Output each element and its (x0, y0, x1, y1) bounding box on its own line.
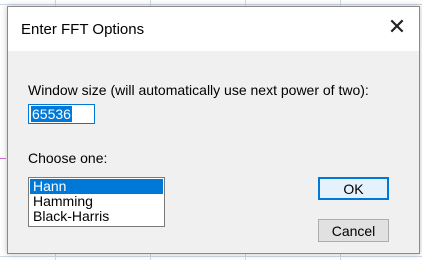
grid-line (0, 4, 422, 5)
window-type-listbox[interactable]: Hann Hamming Black-Harris (28, 177, 165, 227)
cancel-button[interactable]: Cancel (318, 219, 389, 242)
grid-line (0, 256, 422, 257)
window-size-label: Window size (will automatically use next… (28, 82, 369, 98)
window-size-value: 65536 (31, 106, 72, 122)
dialog-title: Enter FFT Options (21, 21, 145, 38)
list-item-hamming[interactable]: Hamming (30, 194, 163, 209)
close-icon[interactable]: ✕ (375, 7, 419, 47)
list-item-hann[interactable]: Hann (30, 179, 163, 194)
ok-button[interactable]: OK (318, 177, 389, 200)
plot-marker (0, 158, 6, 159)
list-item-black-harris[interactable]: Black-Harris (30, 209, 163, 224)
window-size-input[interactable]: 65536 (28, 104, 95, 124)
fft-options-dialog: Enter FFT Options ✕ Window size (will au… (7, 6, 420, 254)
title-bar: Enter FFT Options ✕ (8, 7, 419, 51)
choose-label: Choose one: (28, 150, 108, 166)
